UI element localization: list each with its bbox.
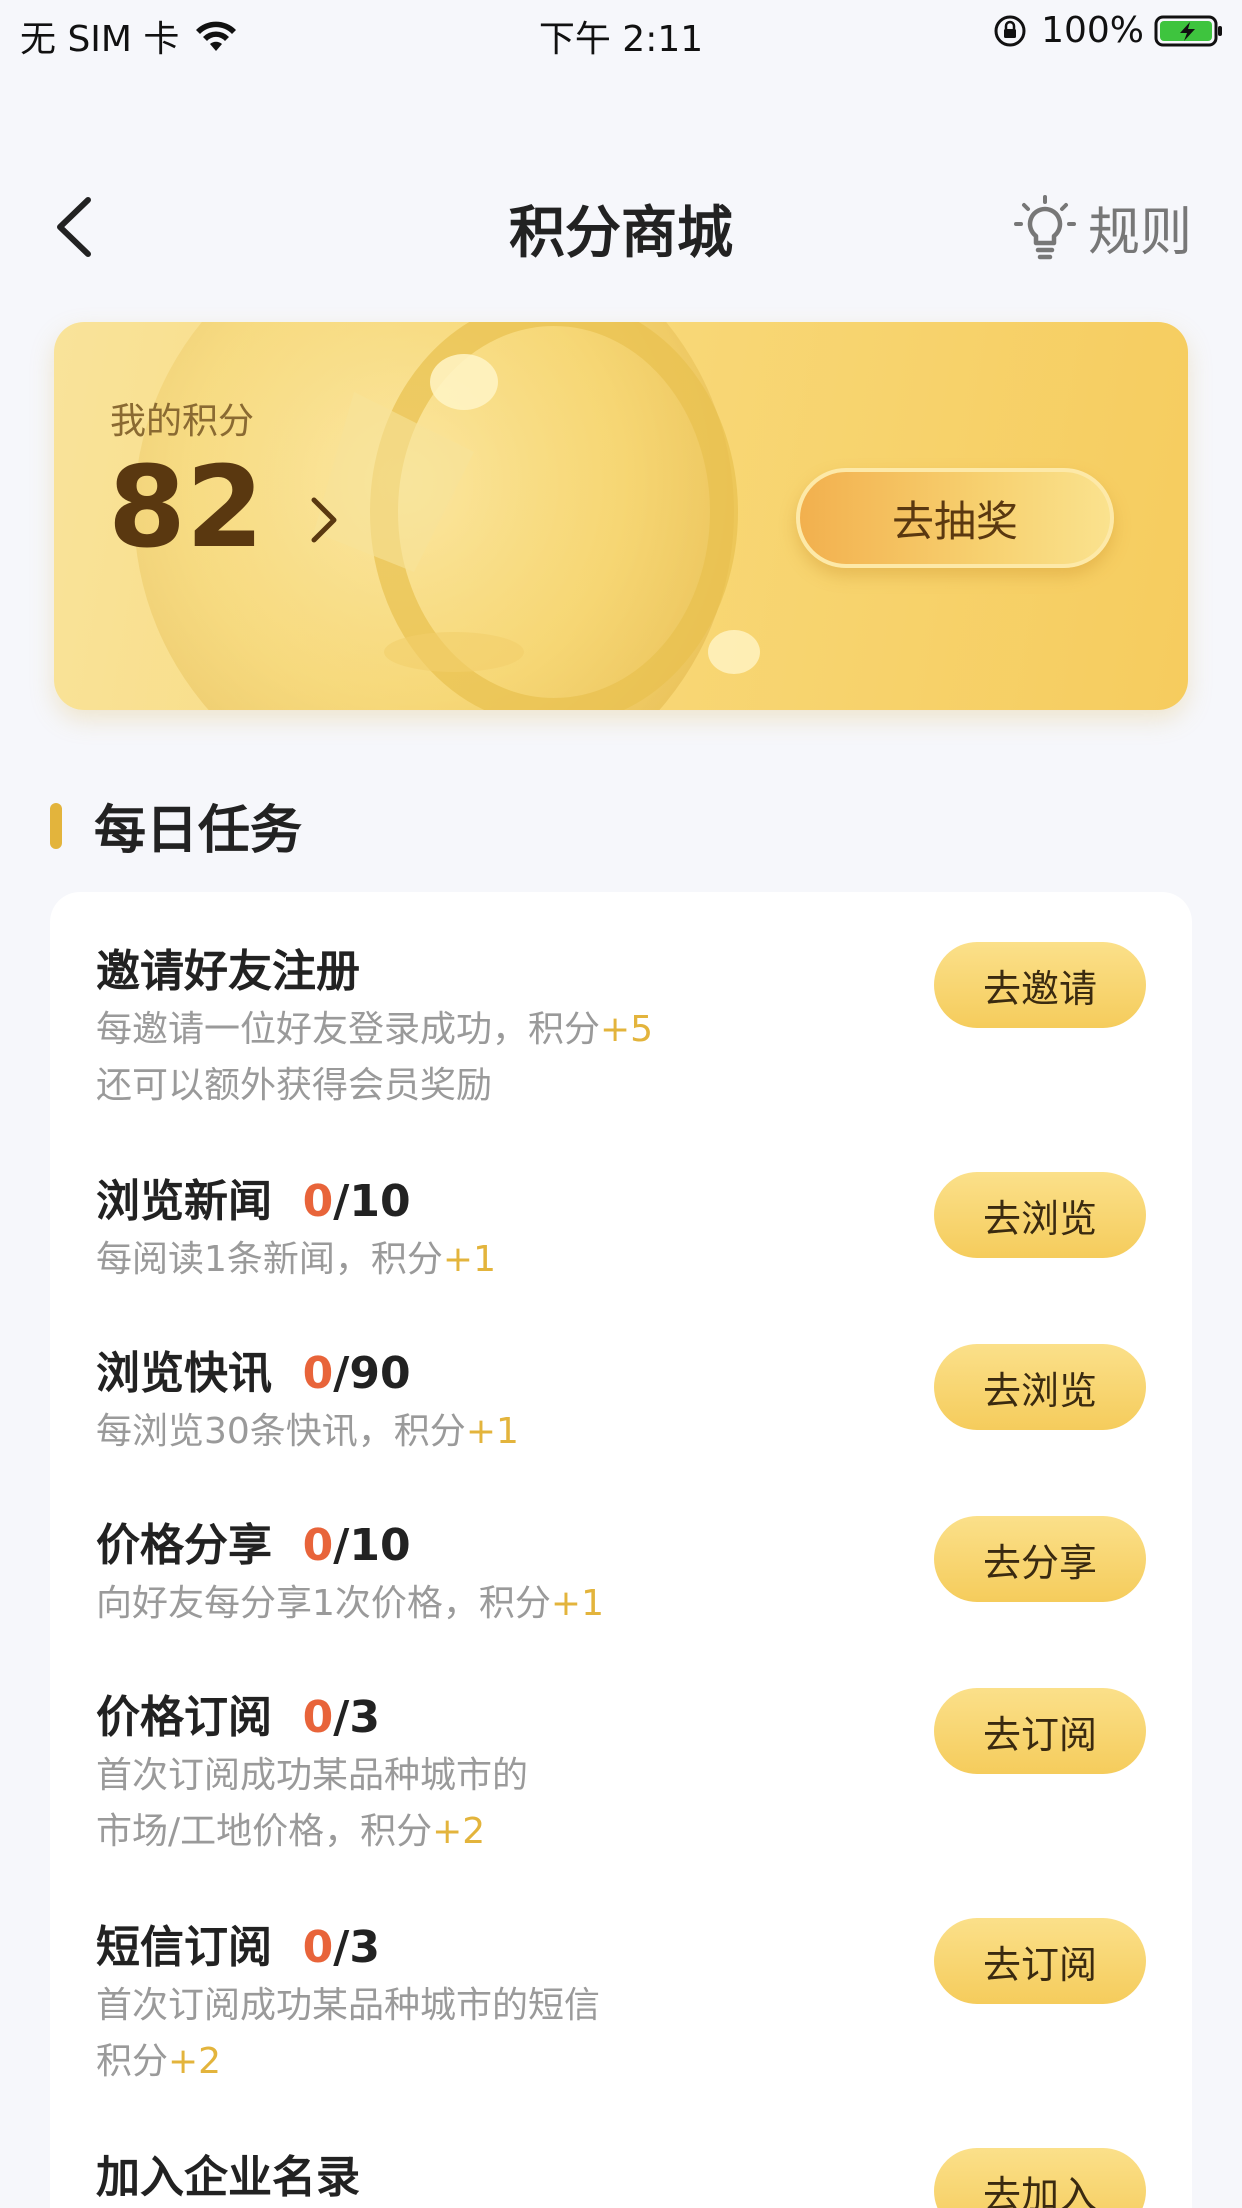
task-item: 短信订阅 0/3 首次订阅成功某品种城市的短信 积分+2 去订阅 <box>96 1918 1146 2090</box>
task-list: 邀请好友注册 每邀请一位好友登录成功，积分+5 还可以额外获得会员奖励 去邀请 … <box>50 892 1192 2208</box>
task-progress-total: /10 <box>333 1176 411 1227</box>
section-header: 每日任务 <box>50 788 302 863</box>
task-item: 邀请好友注册 每邀请一位好友登录成功，积分+5 还可以额外获得会员奖励 去邀请 <box>96 942 1146 1114</box>
points-card: 我的积分 82 去抽奖 <box>54 322 1188 710</box>
battery-percent: 100% <box>1041 10 1144 51</box>
task-progress-total: /10 <box>333 1520 411 1571</box>
task-progress-done: 0 <box>302 1176 334 1227</box>
points-value[interactable]: 82 <box>108 452 264 564</box>
chevron-right-icon[interactable] <box>304 492 344 548</box>
section-title: 每日任务 <box>94 801 303 861</box>
orientation-lock-icon <box>994 15 1026 46</box>
task-item: 浏览快讯 0/90 每浏览30条快讯，积分+1 去浏览 <box>96 1344 1146 1460</box>
join-directory-button[interactable]: 去加入 <box>934 2148 1146 2208</box>
rules-button[interactable]: 规则 <box>1013 190 1192 265</box>
points-label: 我的积分 <box>110 401 255 442</box>
rules-label: 规则 <box>1087 203 1192 263</box>
task-desc: 市场/工地价格，积分+2 <box>96 1811 486 1852</box>
browse-flash-button[interactable]: 去浏览 <box>934 1344 1146 1430</box>
nav-bar: 积分商城 规则 <box>0 170 1242 280</box>
task-progress-total: /90 <box>333 1348 411 1399</box>
task-item: 价格分享 0/10 向好友每分享1次价格，积分+1 去分享 <box>96 1516 1146 1632</box>
task-item: 价格订阅 0/3 首次订阅成功某品种城市的 市场/工地价格，积分+2 去订阅 <box>96 1688 1146 1860</box>
subscribe-sms-button[interactable]: 去订阅 <box>934 1918 1146 2004</box>
subscribe-price-button[interactable]: 去订阅 <box>934 1688 1146 1774</box>
status-right: 100% <box>993 10 1224 51</box>
task-item: 加入企业名录 去加入 <box>96 2148 1146 2208</box>
page: 无 SIM 卡 下午 2:11 100% 积分商城 规则 我的积分 82 去抽奖… <box>0 0 1242 2208</box>
battery-icon <box>1154 15 1222 46</box>
section-accent-bar <box>50 802 62 849</box>
browse-news-button[interactable]: 去浏览 <box>934 1172 1146 1258</box>
task-progress-total: /3 <box>333 1692 380 1743</box>
task-progress-done: 0 <box>302 1692 334 1743</box>
task-desc: 积分+2 <box>96 2041 222 2082</box>
share-button[interactable]: 去分享 <box>934 1516 1146 1602</box>
task-progress-done: 0 <box>302 1520 334 1571</box>
task-progress-total: /3 <box>333 1922 380 1973</box>
status-bar: 无 SIM 卡 下午 2:11 100% <box>0 0 1242 62</box>
lightbulb-icon <box>1013 194 1076 259</box>
task-desc: 还可以额外获得会员奖励 <box>96 1065 493 1106</box>
task-progress-done: 0 <box>302 1348 334 1399</box>
lottery-button[interactable]: 去抽奖 <box>796 468 1114 568</box>
invite-button[interactable]: 去邀请 <box>934 942 1146 1028</box>
task-item: 浏览新闻 0/10 每阅读1条新闻，积分+1 去浏览 <box>96 1172 1146 1288</box>
task-progress-done: 0 <box>302 1922 334 1973</box>
